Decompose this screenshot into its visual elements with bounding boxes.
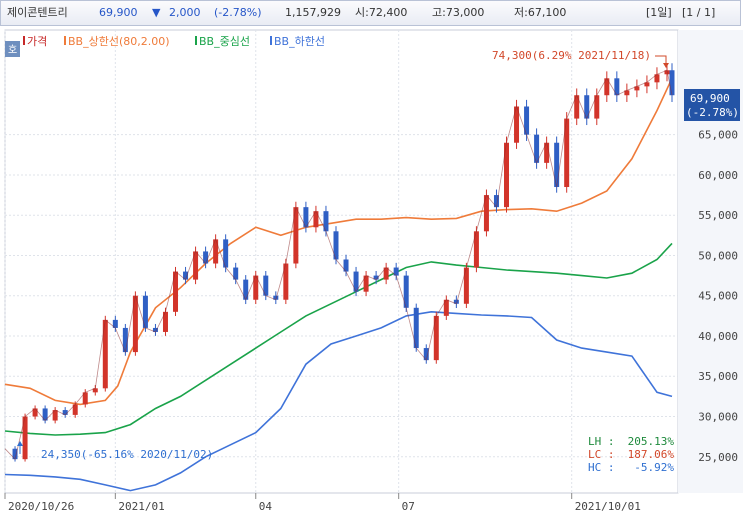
legend-bb-upper: BB_상한선(80,2.00) <box>68 35 170 48</box>
open-price: 시:72,400 <box>355 6 408 19</box>
high-annotation: 74,300(6.29% 2021/11/18) <box>492 49 651 62</box>
stat-hc-value: -5.92% <box>634 461 674 474</box>
y-tick-label: 60,000 <box>698 169 738 182</box>
legend-bb-lower: BB_하한선 <box>274 34 325 48</box>
stat-lc-value: 187.06% <box>628 448 675 461</box>
stat-lc-label: LC : <box>588 448 615 461</box>
page-indicator: [1 / 1] <box>682 6 716 19</box>
last-price-label: 69,900 <box>690 92 730 105</box>
corner-label: 호 <box>8 44 17 56</box>
x-tick-label: 2020/10/26 <box>8 500 74 513</box>
stat-hc-label: HC : <box>588 461 615 474</box>
period-selector[interactable]: [1일] <box>646 1 672 25</box>
current-price: 69,900 <box>99 6 138 19</box>
x-tick-label: 04 <box>259 500 273 513</box>
low-annotation: 24,350(-65.16% 2020/11/02) <box>41 448 213 461</box>
stock-name: 제이콘텐트리 <box>7 6 68 19</box>
y-tick-label: 55,000 <box>698 209 738 222</box>
x-tick-label: 07 <box>402 500 415 513</box>
y-tick-label: 30,000 <box>698 411 738 424</box>
y-axis: 25,000 30,000 35,000 40,000 45,000 50,000 55,0… <box>698 129 738 464</box>
price-change: 2,000 <box>169 6 201 19</box>
y-tick-label: 65,000 <box>698 129 738 142</box>
legend-bb-middle: BB_중심선 <box>199 35 250 48</box>
last-change-label: (-2.78%) <box>686 106 739 119</box>
high-price: 고:73,000 <box>432 6 485 19</box>
legend-price: 가격 <box>27 35 47 48</box>
change-arrow-icon: ▼ <box>152 6 161 19</box>
stock-info-bar: 제이콘텐트리 69,900 ▼ 2,000 (-2.78%) 1,157,929… <box>0 0 741 26</box>
y-tick-label: 40,000 <box>698 330 738 343</box>
stat-lh-label: LH : <box>588 435 615 448</box>
x-tick-label: 2021/01 <box>118 500 164 513</box>
price-change-pct: (-2.78%) <box>214 6 262 19</box>
volume: 1,157,929 <box>285 6 341 19</box>
y-tick-label: 45,000 <box>698 290 738 303</box>
stat-lh-value: 205.13% <box>628 435 675 448</box>
price-chart[interactable]: 25,000 30,000 35,000 40,000 45,000 50,000 55,0… <box>0 27 743 516</box>
y-tick-label: 25,000 <box>698 451 738 464</box>
y-tick-label: 50,000 <box>698 249 738 262</box>
low-price: 저:67,100 <box>514 6 567 19</box>
candle-body <box>669 70 675 96</box>
x-tick-label: 2021/10/01 <box>575 500 641 513</box>
y-tick-label: 35,000 <box>698 370 738 383</box>
